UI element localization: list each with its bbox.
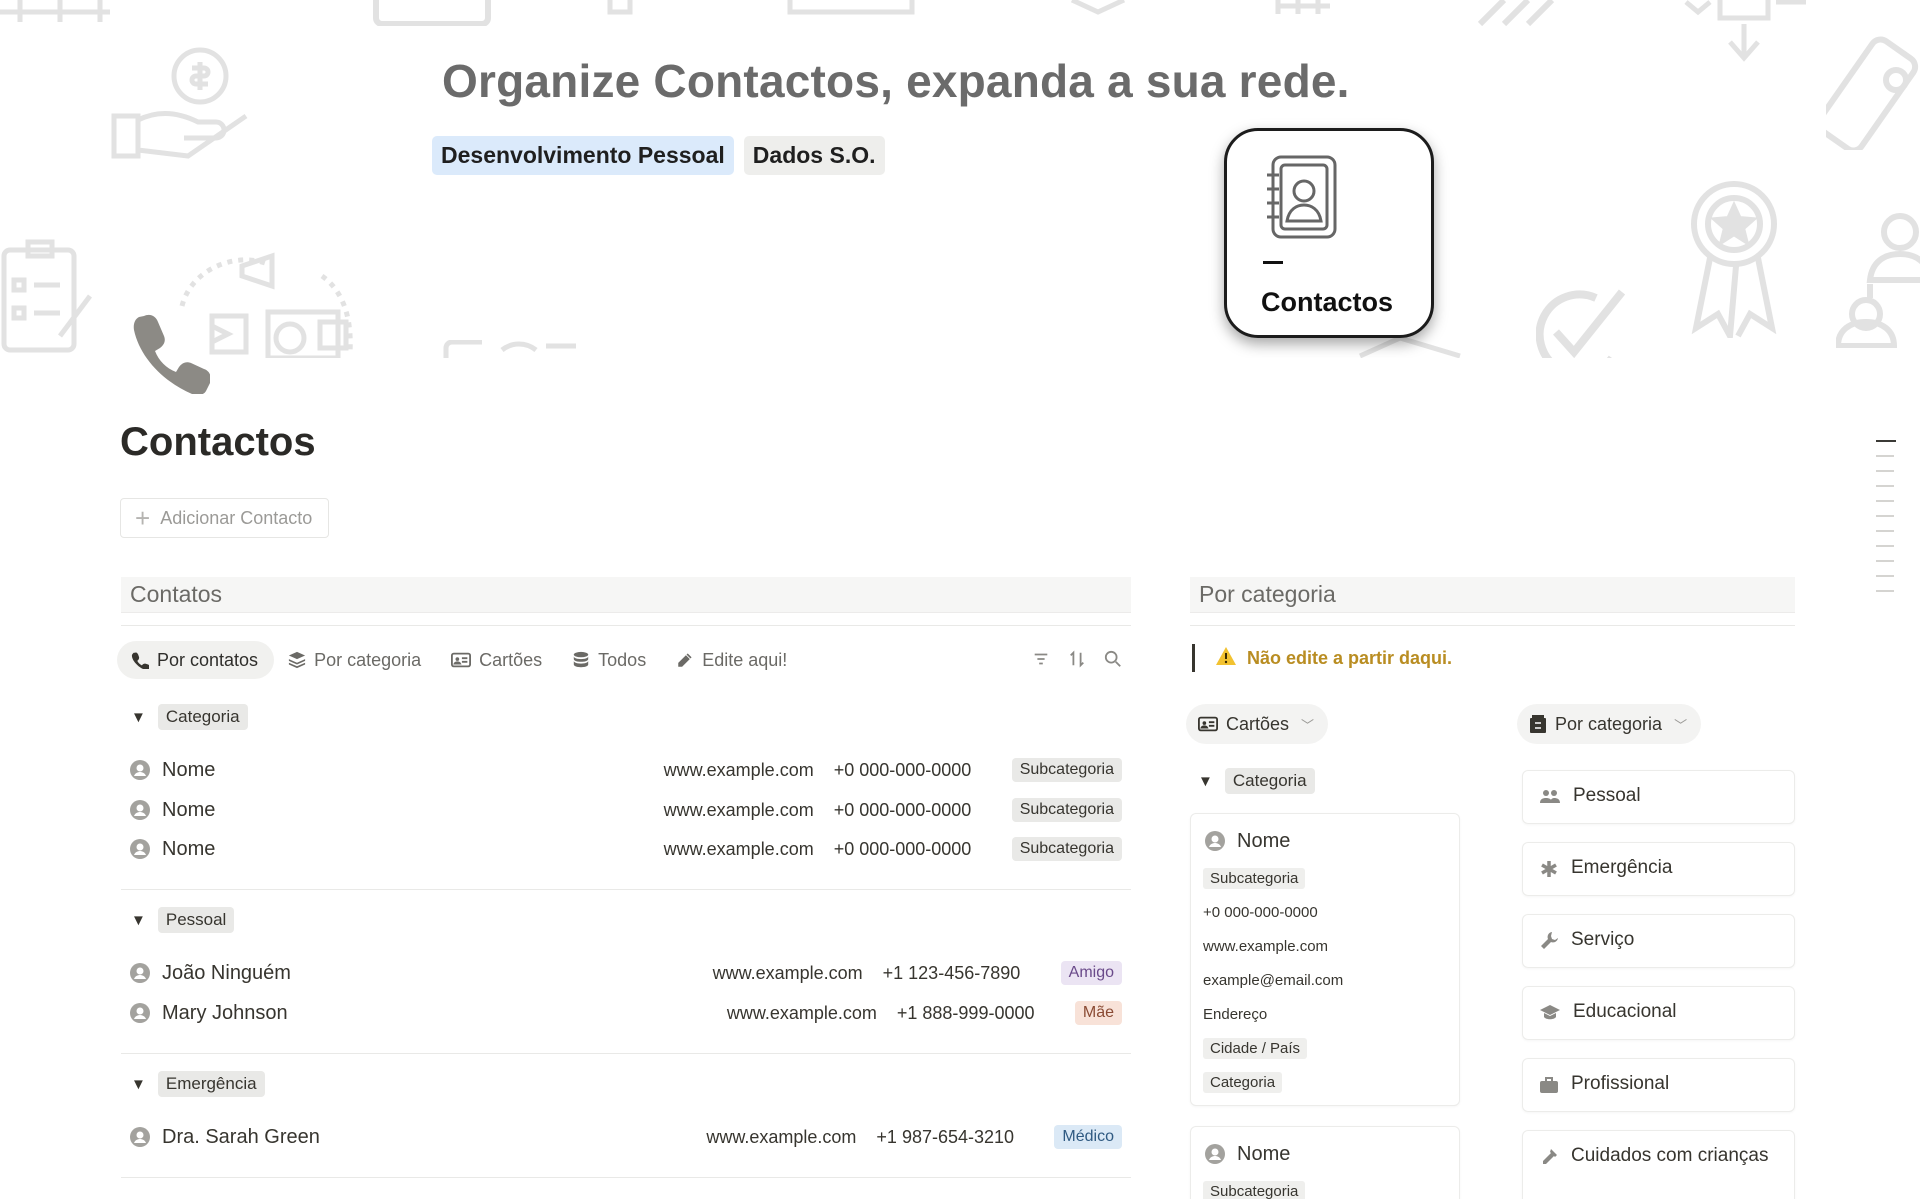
avatar-icon xyxy=(130,800,150,820)
group-header-emergencia[interactable]: ▼ Emergência xyxy=(131,1071,265,1097)
phone-icon xyxy=(131,652,149,669)
category-view-button[interactable]: Por categoria ﹀ xyxy=(1517,704,1702,744)
badge-dash xyxy=(1263,261,1283,264)
briefcase-icon xyxy=(1540,1077,1558,1093)
cover-tag-desenvolvimento: Desenvolvimento Pessoal xyxy=(432,136,734,175)
checkmark-circle-icon xyxy=(1536,286,1628,358)
cabinet-icon xyxy=(1530,715,1546,733)
avatar-icon xyxy=(130,760,150,780)
category-item-pessoal[interactable]: Pessoal xyxy=(1522,770,1795,824)
fence-icon xyxy=(0,0,120,24)
table-row[interactable]: Nome www.example.com +0 000-000-0000 Subca… xyxy=(130,792,1122,828)
contact-card[interactable]: Nome Subcategoria xyxy=(1190,1126,1460,1199)
toggle-triangle-icon[interactable]: ▼ xyxy=(131,709,146,726)
table-row[interactable]: João Ninguém www.example.com +1 123-456-7… xyxy=(130,955,1122,991)
add-contact-button[interactable]: + Adicionar Contacto xyxy=(120,498,330,538)
badge-label: Contactos xyxy=(1261,287,1394,317)
toggle-triangle-icon[interactable]: ▼ xyxy=(1198,773,1213,790)
group-divider xyxy=(121,1053,1131,1054)
pencil-icon xyxy=(677,652,694,668)
cover-tags: Desenvolvimento Pessoal Dados S.O. xyxy=(432,136,885,175)
view-tabs: Por contatos Por categoria Cartões Todos… xyxy=(117,640,803,680)
toggle-triangle-icon[interactable]: ▼ xyxy=(131,1076,146,1093)
database-icon xyxy=(573,651,589,668)
id-card-icon xyxy=(1198,716,1218,732)
chevron-deco-icon xyxy=(1068,0,1128,16)
contact-card[interactable]: Nome Subcategoria +0 000-000-0000 www.ex… xyxy=(1190,813,1460,1106)
sort-icon[interactable] xyxy=(1068,650,1086,673)
warning-icon xyxy=(1215,646,1237,671)
category-item-emergencia[interactable]: Emergência xyxy=(1522,842,1795,896)
stripes-icon xyxy=(1476,0,1576,26)
avatar-icon xyxy=(130,1127,150,1147)
cover-title: Organize Contactos, expanda a sua rede. xyxy=(442,55,1350,107)
chevron-down-icon: ﹀ xyxy=(1301,717,1315,733)
category-item-profissional[interactable]: Profissional xyxy=(1522,1058,1795,1112)
warning-text: Não edite a partir daqui. xyxy=(1247,647,1453,668)
search-icon[interactable] xyxy=(1104,650,1122,673)
download-icon xyxy=(1680,0,1810,72)
filter-icon[interactable] xyxy=(1032,650,1050,673)
contactos-badge-card: Contactos xyxy=(1224,128,1434,338)
people-icon xyxy=(1540,790,1560,803)
category-item-educacional[interactable]: Educacional xyxy=(1522,986,1795,1040)
contatos-section-header: Contatos xyxy=(121,577,1131,613)
avatar-icon xyxy=(130,963,150,983)
money-hand-icon xyxy=(110,46,250,162)
board-group-header-categoria[interactable]: ▼ Categoria xyxy=(1198,768,1315,794)
toggle-triangle-icon[interactable]: ▼ xyxy=(131,912,146,929)
avatar-icon xyxy=(1205,831,1225,851)
monitor-icon xyxy=(442,340,582,358)
tab-todos[interactable]: Todos xyxy=(558,641,662,679)
category-item-servico[interactable]: Serviço xyxy=(1522,914,1795,968)
tab-edite-aqui[interactable]: Edite aqui! xyxy=(662,641,803,679)
divider xyxy=(121,625,1131,626)
tab-por-categoria[interactable]: Por categoria xyxy=(274,641,437,679)
group-divider xyxy=(121,889,1131,890)
tab-por-contatos[interactable]: Por contatos xyxy=(117,641,275,679)
cover-image: Organize Contactos, expanda a sua rede. … xyxy=(0,0,1920,358)
divider xyxy=(1190,625,1795,626)
page-title: Contactos xyxy=(120,420,316,464)
por-categoria-section-header: Por categoria xyxy=(1190,577,1795,613)
view-tools xyxy=(1032,650,1122,673)
wrench-icon xyxy=(1541,932,1558,949)
group-header-categoria[interactable]: ▼ Categoria xyxy=(131,704,248,730)
table-row[interactable]: Mary Johnson www.example.com +1 888-999-0… xyxy=(130,995,1122,1031)
people-network-icon xyxy=(1836,212,1920,348)
checklist-icon xyxy=(0,236,96,356)
table-row[interactable]: Nome www.example.com +0 000-000-0000 Subca… xyxy=(130,831,1122,867)
camera-icon xyxy=(372,0,492,26)
layers-icon xyxy=(288,651,306,669)
cover-tag-dados: Dados S.O. xyxy=(743,136,885,175)
warning-callout: Não edite a partir daqui. xyxy=(1192,644,1452,672)
group-divider xyxy=(121,1177,1131,1178)
address-book-icon xyxy=(1263,153,1341,246)
add-contact-label: Adicionar Contacto xyxy=(160,507,313,528)
avatar-icon xyxy=(130,839,150,859)
plug-icon xyxy=(606,0,636,16)
avatar-icon xyxy=(1205,1144,1225,1164)
table-row[interactable]: Dra. Sarah Green www.example.com +1 987-6… xyxy=(130,1119,1122,1155)
cards-view-button[interactable]: Cartões ﹀ xyxy=(1186,704,1329,744)
plus-icon: + xyxy=(135,503,151,533)
table-row[interactable]: Nome www.example.com +0 000-000-0000 Subca… xyxy=(130,752,1122,788)
phone-page-icon[interactable] xyxy=(130,312,211,399)
id-card-icon xyxy=(451,652,472,668)
remote-icon xyxy=(1826,20,1920,150)
tray-icon xyxy=(786,0,916,16)
award-ribbon-icon xyxy=(1680,178,1790,338)
asterisk-icon xyxy=(1541,861,1557,877)
quote-bar xyxy=(1192,644,1195,672)
avatar-icon xyxy=(130,1003,150,1023)
bottle-icon xyxy=(1543,1149,1557,1164)
graduation-cap-icon xyxy=(1540,1005,1560,1020)
chevron-down-icon: ﹀ xyxy=(1674,717,1688,733)
group-header-pessoal[interactable]: ▼ Pessoal xyxy=(131,907,235,933)
page-outline[interactable] xyxy=(1876,440,1896,605)
tab-cartoes[interactable]: Cartões xyxy=(437,641,558,679)
category-item-cuidados[interactable]: Cuidados com crianças xyxy=(1522,1130,1795,1199)
bars-icon xyxy=(1274,0,1334,16)
